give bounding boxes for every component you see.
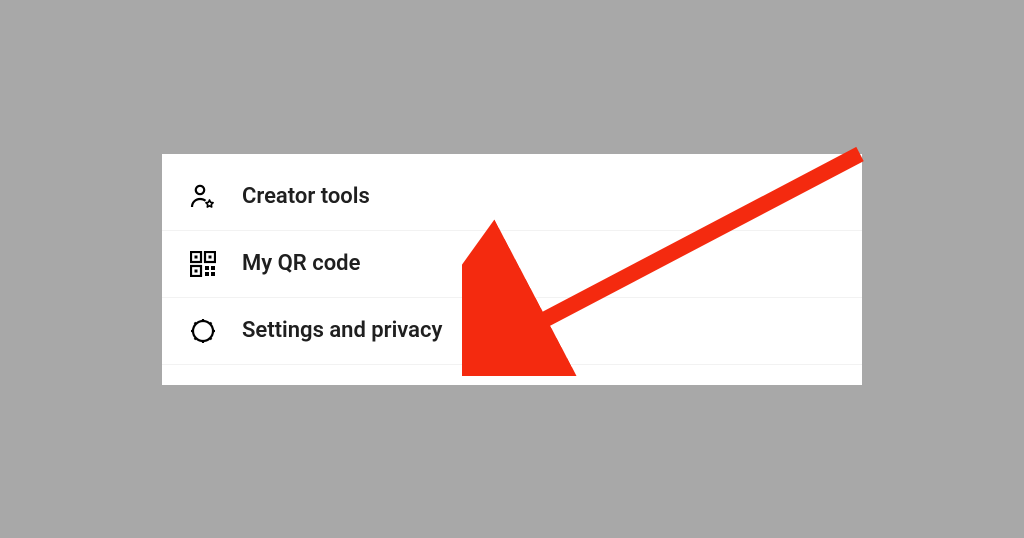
menu-item-qr-code[interactable]: My QR code	[162, 231, 862, 298]
profile-menu-card: Creator tools My QR code	[162, 154, 862, 385]
menu-item-label: Settings and privacy	[242, 318, 442, 343]
menu-item-settings-privacy[interactable]: Settings and privacy	[162, 298, 862, 365]
qr-code-icon	[188, 249, 218, 279]
menu-item-creator-tools[interactable]: Creator tools	[162, 164, 862, 231]
gear-icon	[188, 316, 218, 346]
menu-item-label: My QR code	[242, 251, 360, 276]
menu-item-label: Creator tools	[242, 184, 370, 209]
person-star-icon	[188, 182, 218, 212]
